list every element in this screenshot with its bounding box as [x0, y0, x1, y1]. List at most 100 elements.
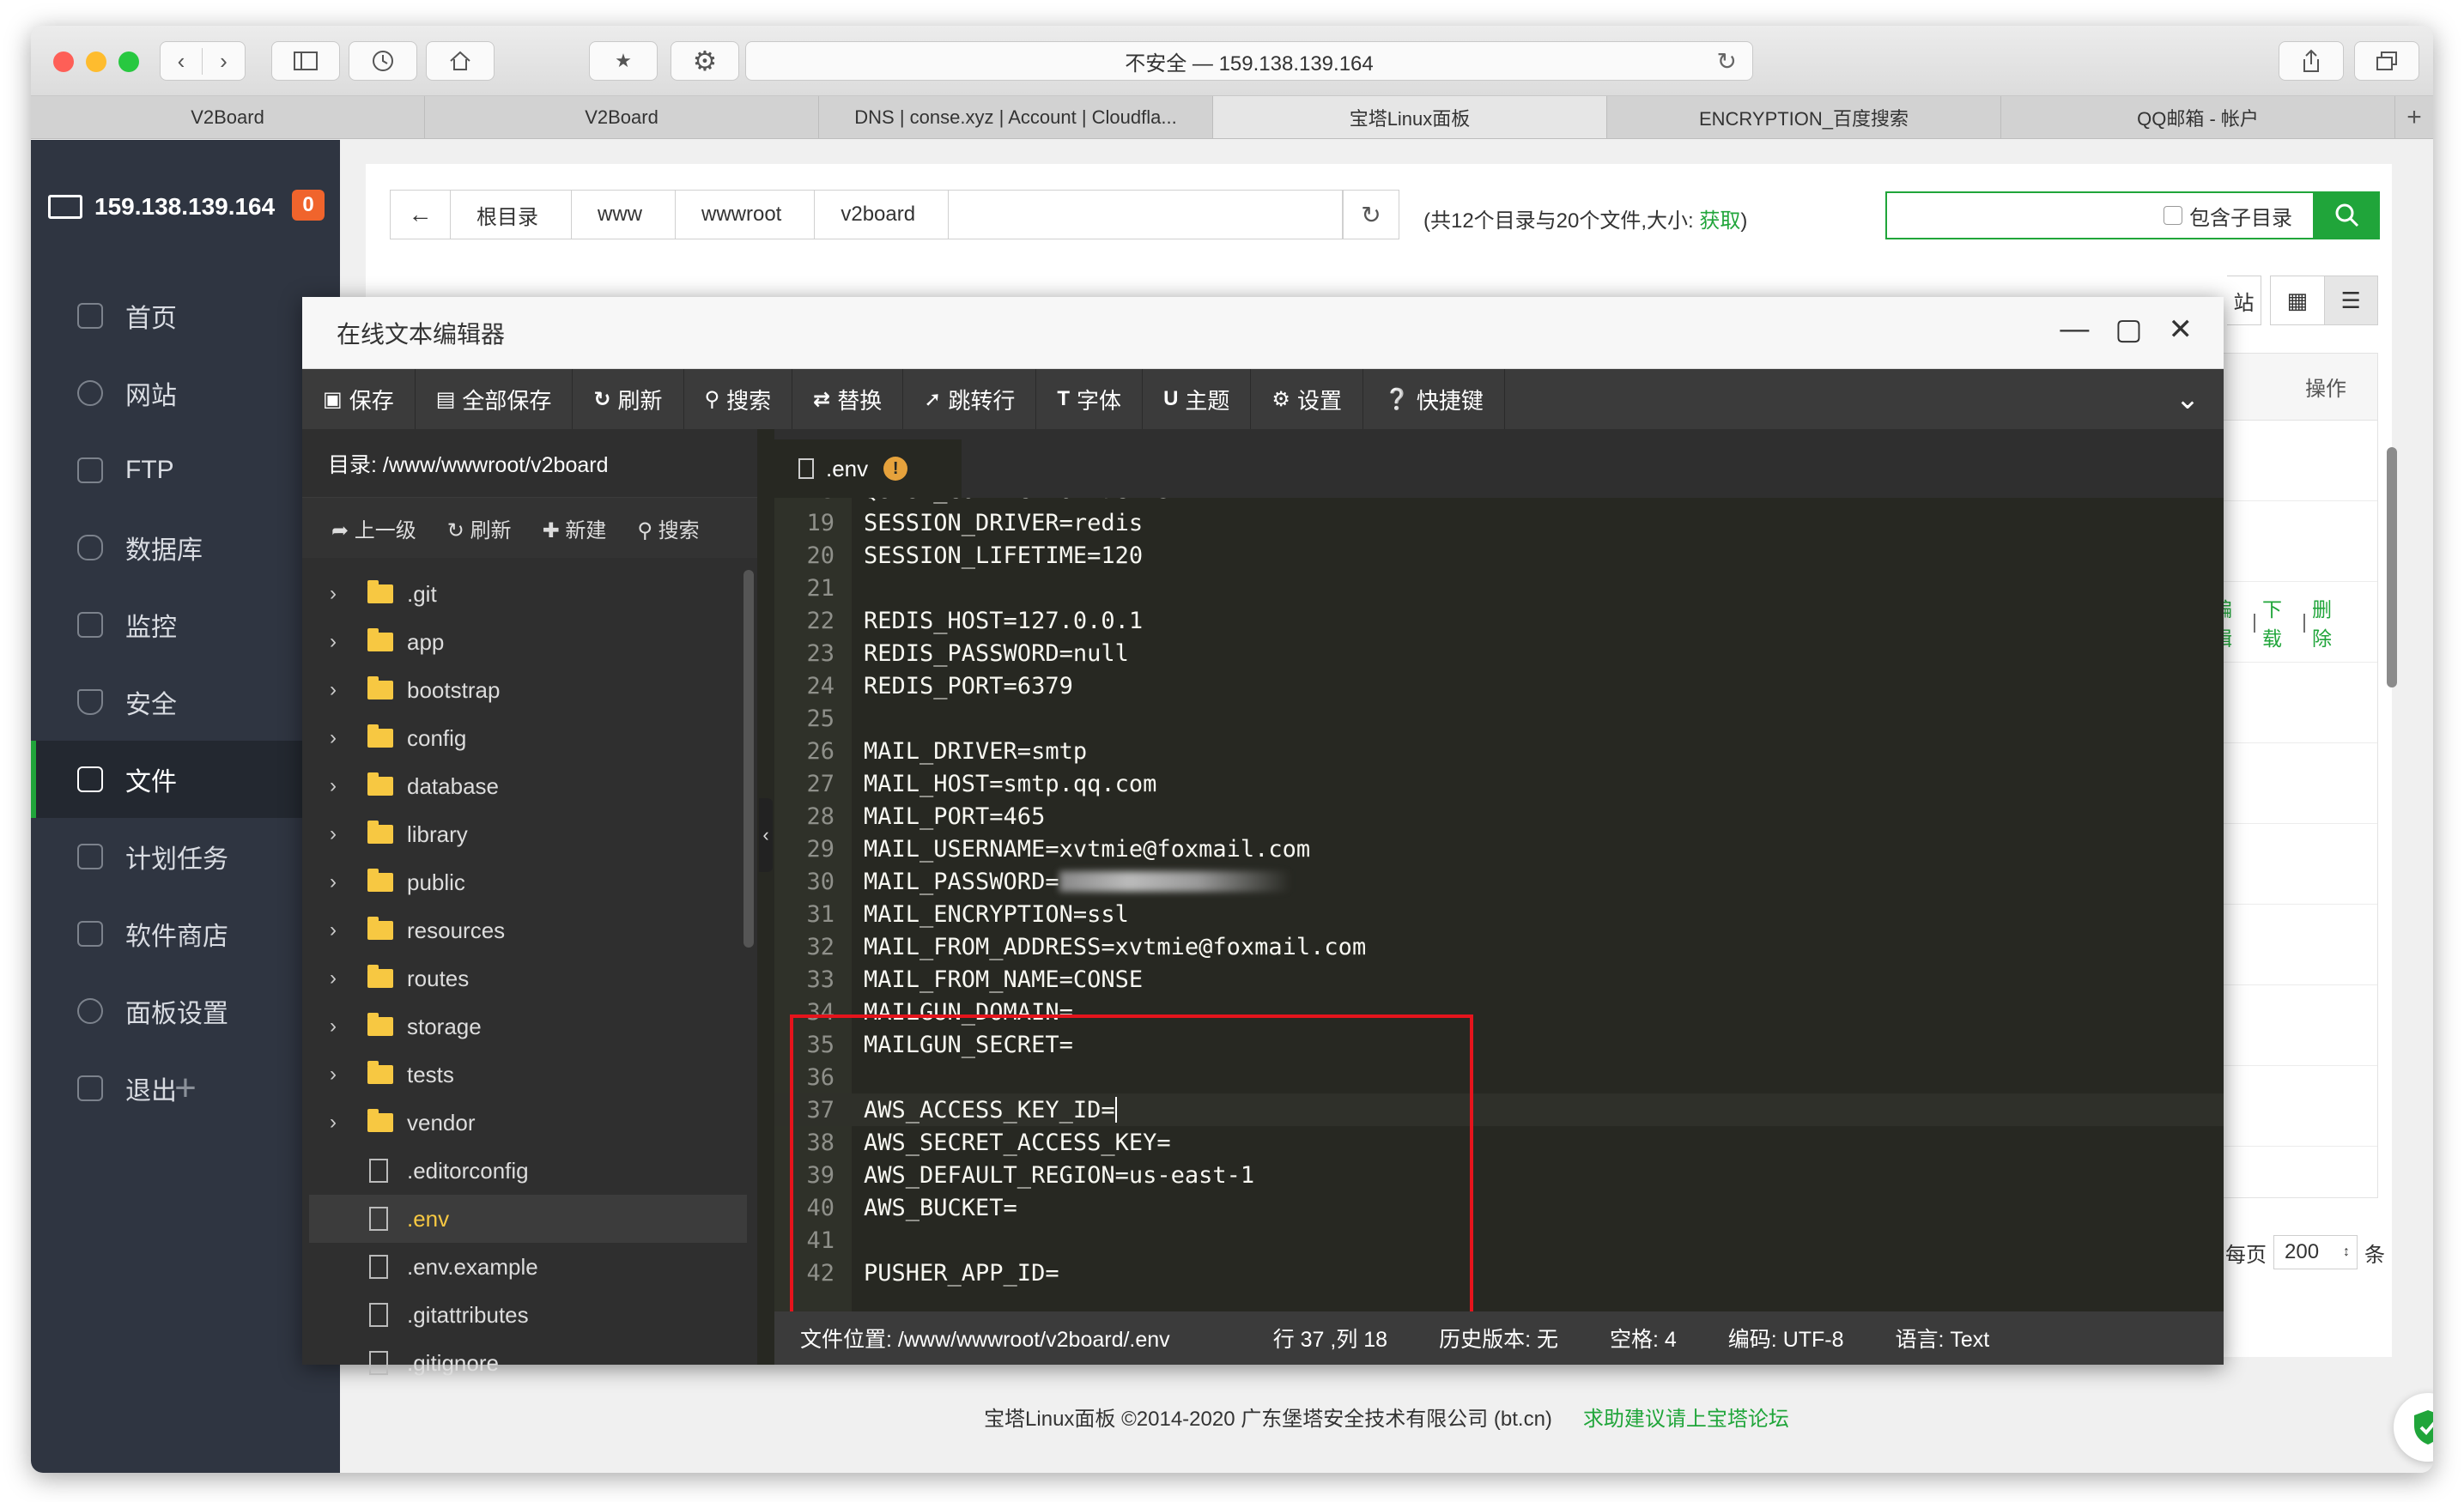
collapse-tree-icon[interactable]: ‹	[759, 798, 773, 872]
chevron-right-icon[interactable]: ›	[330, 582, 350, 606]
tree-folder-item[interactable]: › .git	[309, 570, 747, 618]
chevron-right-icon[interactable]: ›	[330, 870, 350, 894]
tree-search-button[interactable]: ⚲ 搜索	[637, 513, 699, 543]
extension-button[interactable]: ⚙	[671, 41, 739, 81]
status-history[interactable]: 历史版本: 无	[1413, 1323, 1584, 1354]
sidebar-item-website[interactable]: 网站	[31, 354, 340, 432]
back-arrow-icon[interactable]: ←	[391, 191, 451, 239]
status-language[interactable]: 语言: Text	[1870, 1323, 2016, 1354]
code-line[interactable]: 34 MAILGUN_DOMAIN=	[774, 996, 2224, 1028]
code-line[interactable]: 36	[774, 1061, 2224, 1093]
browser-tab[interactable]: QQ邮箱 - 帐户	[2001, 96, 2395, 138]
code-line[interactable]: 41	[774, 1224, 2224, 1257]
maximize-icon[interactable]: ▢	[2115, 312, 2142, 347]
sidebar-item-monitor[interactable]: 监控	[31, 586, 340, 663]
code-line[interactable]: 25	[774, 702, 2224, 735]
partial-toolbar-button[interactable]: 站	[2227, 276, 2261, 325]
chevron-right-icon[interactable]: ›	[330, 966, 350, 990]
code-line[interactable]: 22 REDIS_HOST=127.0.0.1	[774, 604, 2224, 637]
notification-badge[interactable]: 0	[292, 190, 325, 221]
chevron-right-icon[interactable]: ›	[203, 48, 245, 75]
breadcrumb-item[interactable]: v2board	[815, 191, 950, 239]
chevron-right-icon[interactable]: ›	[330, 1063, 350, 1087]
share-button[interactable]	[2279, 41, 2344, 81]
up-level-button[interactable]: ➦ 上一级	[331, 513, 416, 543]
search-button[interactable]: ⚲ 搜索	[684, 369, 793, 429]
code-editor[interactable]: 18QUEUE_CONNECTION=redis19SESSION_DRIVER…	[774, 429, 2224, 1365]
tree-folder-item[interactable]: › routes	[309, 954, 747, 1002]
delete-link[interactable]: 删除	[2312, 593, 2346, 651]
code-line[interactable]: 21	[774, 572, 2224, 604]
code-line[interactable]: 19 SESSION_DRIVER=redis	[774, 506, 2224, 539]
download-link[interactable]: 下载	[2262, 593, 2297, 651]
history-button[interactable]	[349, 41, 417, 81]
tree-file-item[interactable]: .env.example	[309, 1243, 747, 1291]
save-all-button[interactable]: ▤ 全部保存	[416, 369, 574, 429]
tree-file-item[interactable]: .env	[309, 1195, 747, 1243]
chevron-left-icon[interactable]: ‹	[161, 47, 203, 75]
chevron-right-icon[interactable]: ›	[330, 630, 350, 654]
refresh-button[interactable]: ↻ 刷新	[573, 369, 684, 429]
scrollbar[interactable]	[2387, 447, 2397, 687]
forum-link[interactable]: 求助建议请上宝塔论坛	[1583, 1408, 1789, 1431]
tree-folder-item[interactable]: › storage	[309, 1002, 747, 1051]
tree-folder-item[interactable]: › bootstrap	[309, 666, 747, 714]
chevron-right-icon[interactable]: ›	[330, 726, 350, 750]
tree-folder-item[interactable]: › database	[309, 762, 747, 810]
back-forward-buttons[interactable]: ‹ ›	[160, 41, 246, 81]
sidebar-item-home[interactable]: 首页	[31, 277, 340, 354]
chevron-right-icon[interactable]: ›	[330, 1111, 350, 1135]
code-line[interactable]: 32 MAIL_FROM_ADDRESS=xvtmie@foxmail.com	[774, 930, 2224, 963]
sidebar-item-ftp[interactable]: FTP	[31, 432, 340, 509]
shortcuts-button[interactable]: ❔ 快捷键	[1363, 369, 1505, 429]
code-line[interactable]: 27 MAIL_HOST=smtp.qq.com	[774, 767, 2224, 800]
settings-button[interactable]: ⚙ 设置	[1251, 369, 1363, 429]
checkbox-icon[interactable]	[2164, 206, 2182, 225]
tree-file-item[interactable]: .gitattributes	[309, 1291, 747, 1339]
code-line[interactable]: 37 AWS_ACCESS_KEY_ID=	[774, 1093, 2224, 1126]
close-window-button[interactable]	[53, 51, 74, 72]
goto-line-button[interactable]: ➚ 跳转行	[903, 369, 1037, 429]
code-line[interactable]: 24 REDIS_PORT=6379	[774, 669, 2224, 702]
code-lines[interactable]: 18QUEUE_CONNECTION=redis19SESSION_DRIVER…	[774, 488, 2224, 1311]
zoom-window-button[interactable]	[118, 51, 139, 72]
code-line[interactable]: 31 MAIL_ENCRYPTION=ssl	[774, 898, 2224, 930]
new-file-button[interactable]: ✚ 新建	[543, 513, 607, 543]
sidebar-item-security[interactable]: 安全	[31, 663, 340, 741]
chevron-right-icon[interactable]: ›	[330, 678, 350, 702]
sidebar-toggle-button[interactable]	[271, 41, 340, 81]
code-line[interactable]: 33 MAIL_FROM_NAME=CONSE	[774, 963, 2224, 996]
sidebar-item-settings[interactable]: 面板设置	[31, 972, 340, 1050]
grid-view-icon[interactable]: ▦	[2271, 276, 2324, 324]
tree-file-item[interactable]: .editorconfig	[309, 1147, 747, 1195]
tree-folder-item[interactable]: › config	[309, 714, 747, 762]
tree-folder-item[interactable]: › tests	[309, 1051, 747, 1099]
chevron-right-icon[interactable]: ›	[330, 774, 350, 798]
code-line[interactable]: 28 MAIL_PORT=465	[774, 800, 2224, 833]
chevron-right-icon[interactable]: ›	[330, 1014, 350, 1039]
browser-tab[interactable]: DNS | conse.xyz | Account | Cloudfla...	[819, 96, 1213, 138]
include-subdir-checkbox[interactable]: 包含子目录	[2164, 201, 2292, 231]
replace-button[interactable]: ⇄ 替换	[792, 369, 904, 429]
tree-refresh-button[interactable]: ↻ 刷新	[447, 513, 512, 543]
tree-folder-item[interactable]: › public	[309, 858, 747, 906]
breadcrumb-item[interactable]: www	[572, 191, 676, 239]
address-bar[interactable]: 不安全 — 159.138.139.164 ↻	[745, 41, 1753, 81]
tree-folder-item[interactable]: › library	[309, 810, 747, 858]
font-button[interactable]: T 字体	[1036, 369, 1144, 429]
add-shortcut-button[interactable]: +	[31, 1067, 340, 1110]
search-button[interactable]	[2315, 191, 2380, 239]
sidebar-item-database[interactable]: 数据库	[31, 509, 340, 586]
browser-tab-active[interactable]: 宝塔Linux面板	[1213, 96, 1607, 138]
sidebar-item-store[interactable]: 软件商店	[31, 895, 340, 972]
code-line[interactable]: 40 AWS_BUCKET=	[774, 1191, 2224, 1224]
tree-folder-item[interactable]: › app	[309, 618, 747, 666]
code-line[interactable]: 26 MAIL_DRIVER=smtp	[774, 735, 2224, 767]
minimize-window-button[interactable]	[86, 51, 106, 72]
tabs-overview-button[interactable]	[2354, 41, 2419, 81]
code-line[interactable]: 20 SESSION_LIFETIME=120	[774, 539, 2224, 572]
minimize-icon[interactable]: —	[2060, 312, 2089, 347]
tree-file-item[interactable]: .gitignore	[309, 1339, 747, 1387]
close-icon[interactable]: ✕	[2169, 312, 2194, 347]
get-size-link[interactable]: 获取	[1699, 209, 1740, 233]
